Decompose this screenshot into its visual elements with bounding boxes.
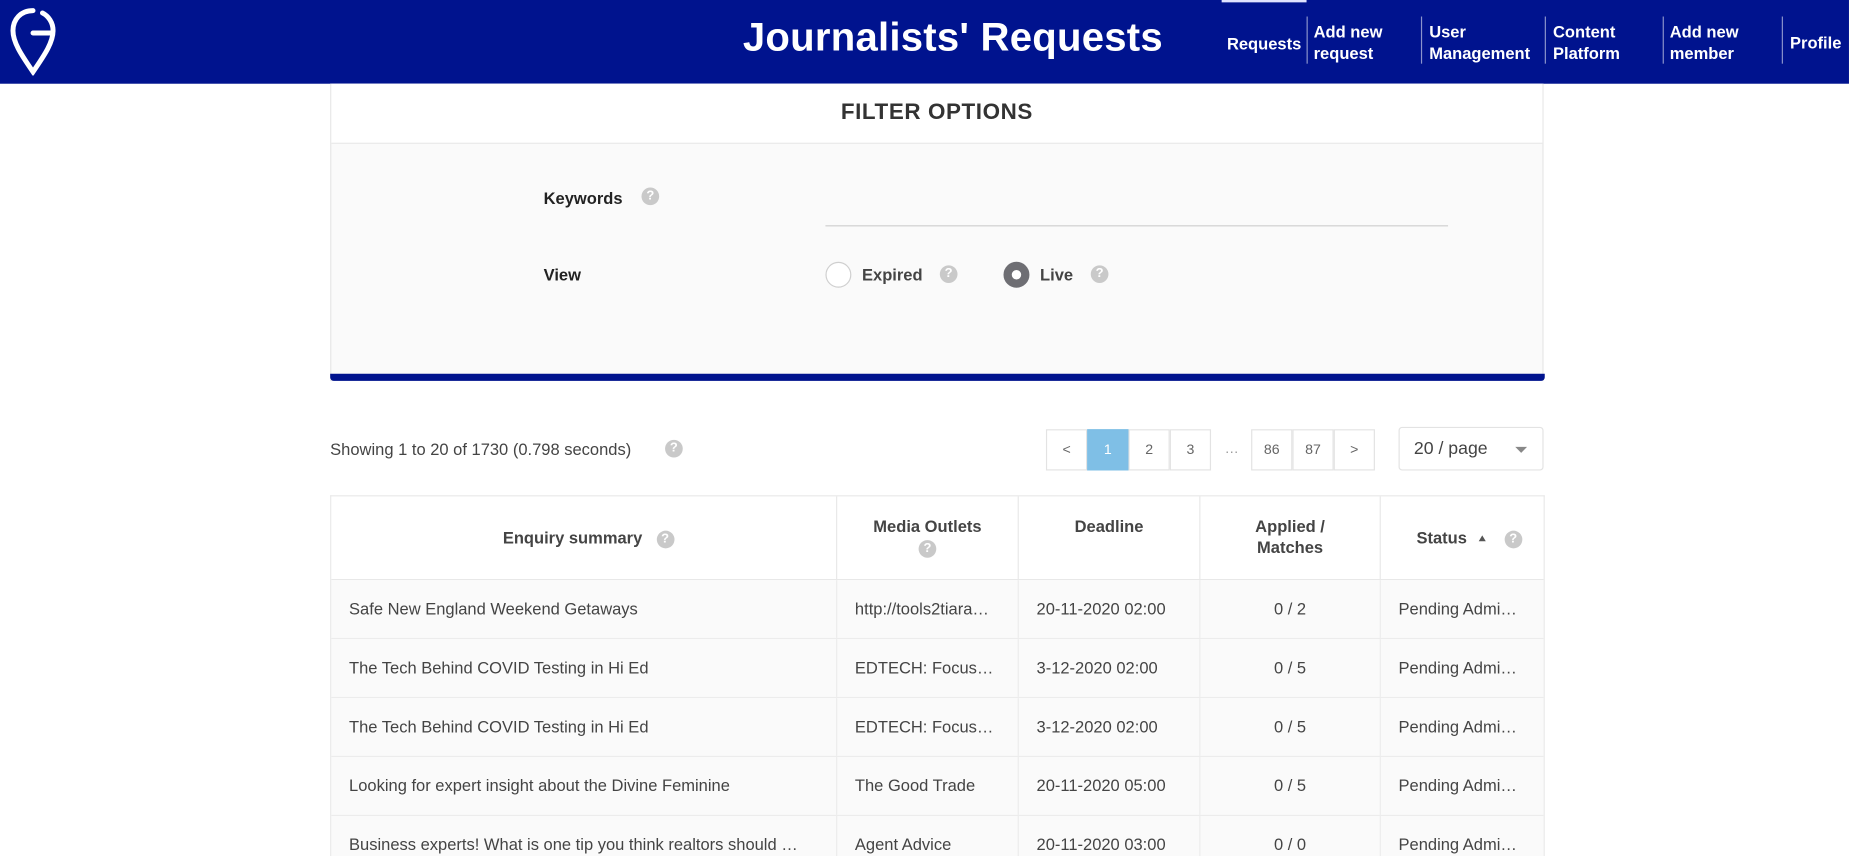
nav-add-new-request[interactable]: Add new request [1314,0,1408,84]
cell-media-outlet: Agent Advice [837,816,1019,856]
nav-divider [1306,16,1308,64]
keywords-input[interactable] [825,189,1449,227]
cell-deadline: 20-11-2020 05:00 [1019,757,1201,815]
pagination-page-1[interactable]: 1 [1087,429,1129,471]
nav-user-management[interactable]: User Management [1429,0,1537,84]
expired-radio[interactable] [825,261,852,288]
cell-deadline: 20-11-2020 03:00 [1019,816,1201,856]
keywords-help-icon[interactable]: ? [641,187,660,206]
filter-accent-bar [330,373,1545,381]
page-size-value: 20 / page [1413,438,1488,459]
nav-divider [1662,16,1664,64]
pagination-ellipsis[interactable]: … [1211,429,1252,470]
cell-media-outlet: http://tools2tiara… [837,580,1019,638]
logo-icon[interactable] [9,7,56,76]
cell-status: Pending Admi… [1398,599,1517,618]
cell-enquiry-summary[interactable]: Looking for expert insight about the Div… [331,757,838,815]
pagination-page-3[interactable]: 3 [1169,429,1212,471]
cell-deadline: 20-11-2020 02:00 [1019,580,1201,638]
expired-help-icon[interactable]: ? [939,265,958,284]
cell-status: Pending Admi… [1398,657,1517,677]
cell-media-outlet: EDTECH: Focus… [837,698,1019,756]
column-header-enquiry-summary[interactable]: Enquiry summary ? [331,496,838,579]
cell-applied-matches: 0 / 5 [1200,757,1381,815]
cell-status: Pending Admi… [1398,834,1517,854]
cell-status: Pending Admi… [1398,716,1517,736]
requests-table: Enquiry summary ? Media Outlets ? Deadli… [330,495,1545,856]
top-navbar: Journalists' Requests Requests Add new r… [0,0,1849,84]
cell-applied-matches: 0 / 5 [1200,639,1381,697]
pagination-page-2[interactable]: 2 [1128,429,1170,471]
column-header-applied-matches[interactable]: Applied / Matches [1200,496,1381,579]
table-row[interactable]: Looking for expert insight about the Div… [331,757,1544,817]
page-title: Journalists' Requests [742,15,1163,61]
view-label: View [543,265,581,285]
filter-panel: FILTER OPTIONS Keywords ? View Expired ?… [330,83,1545,381]
results-count-text: Showing 1 to 20 of 1730 (0.798 seconds) [330,439,632,459]
cell-media-outlet: The Good Trade [837,757,1019,815]
cell-deadline: 3-12-2020 02:00 [1019,698,1201,756]
column-header-status[interactable]: Status ? [1381,496,1544,579]
nav-divider [1544,16,1546,64]
cell-deadline: 3-12-2020 02:00 [1019,639,1201,697]
summary-help-icon[interactable]: ? [656,530,675,549]
cell-applied-matches: 0 / 2 [1200,580,1381,638]
pagination-prev-button[interactable]: < [1045,429,1088,471]
page-size-select[interactable]: 20 / page [1398,426,1544,471]
outlets-help-icon[interactable]: ? [918,540,937,558]
cell-enquiry-summary[interactable]: Business experts! What is one tip you th… [331,816,838,856]
pagination-page-87[interactable]: 87 [1292,429,1334,471]
column-header-label: Status [1416,528,1467,548]
filter-title: FILTER OPTIONS [331,83,1543,144]
cell-enquiry-summary[interactable]: The Tech Behind COVID Testing in Hi Ed [331,698,838,756]
keywords-label: Keywords [543,188,623,208]
column-header-label: Applied / [1255,516,1325,536]
cell-applied-matches: 0 / 0 [1200,816,1381,856]
live-radio[interactable] [1003,261,1030,288]
results-help-icon[interactable]: ? [665,439,683,458]
status-help-icon[interactable]: ? [1504,530,1523,549]
pagination-next-button[interactable]: > [1333,429,1375,471]
column-header-label: Matches [1257,537,1324,557]
pagination-page-86[interactable]: 86 [1251,429,1293,471]
table-row[interactable]: The Tech Behind COVID Testing in Hi Ed E… [331,698,1544,758]
table-row[interactable]: Safe New England Weekend Getaways http:/… [331,580,1544,640]
column-header-label: Enquiry summary [502,528,643,548]
nav-requests[interactable]: Requests [1221,0,1307,84]
nav-divider [1420,16,1423,64]
column-header-media-outlets[interactable]: Media Outlets ? [837,496,1019,579]
table-header: Enquiry summary ? Media Outlets ? Deadli… [331,496,1544,581]
table-row[interactable]: Business experts! What is one tip you th… [331,816,1544,856]
cell-enquiry-summary[interactable]: The Tech Behind COVID Testing in Hi Ed [331,639,838,697]
table-row[interactable]: The Tech Behind COVID Testing in Hi Ed E… [331,639,1544,699]
cell-enquiry-summary[interactable]: Safe New England Weekend Getaways [331,580,838,638]
cell-status: Pending Admi… [1398,775,1517,795]
cell-media-outlet: EDTECH: Focus… [837,639,1019,697]
column-header-label: Media Outlets [873,516,982,536]
expired-radio-label[interactable]: Expired [862,265,923,284]
column-header-label: Deadline [1074,516,1144,536]
sort-ascending-icon[interactable] [1478,535,1486,542]
nav-add-new-member[interactable]: Add new member [1670,0,1750,84]
nav-profile[interactable]: Profile [1790,0,1849,84]
live-help-icon[interactable]: ? [1090,265,1109,284]
nav-divider [1781,16,1783,64]
nav-content-platform[interactable]: Content Platform [1553,0,1638,84]
cell-applied-matches: 0 / 5 [1200,698,1381,756]
column-header-deadline[interactable]: Deadline [1019,496,1201,579]
chevron-down-icon [1515,446,1528,453]
live-radio-label[interactable]: Live [1040,265,1073,284]
